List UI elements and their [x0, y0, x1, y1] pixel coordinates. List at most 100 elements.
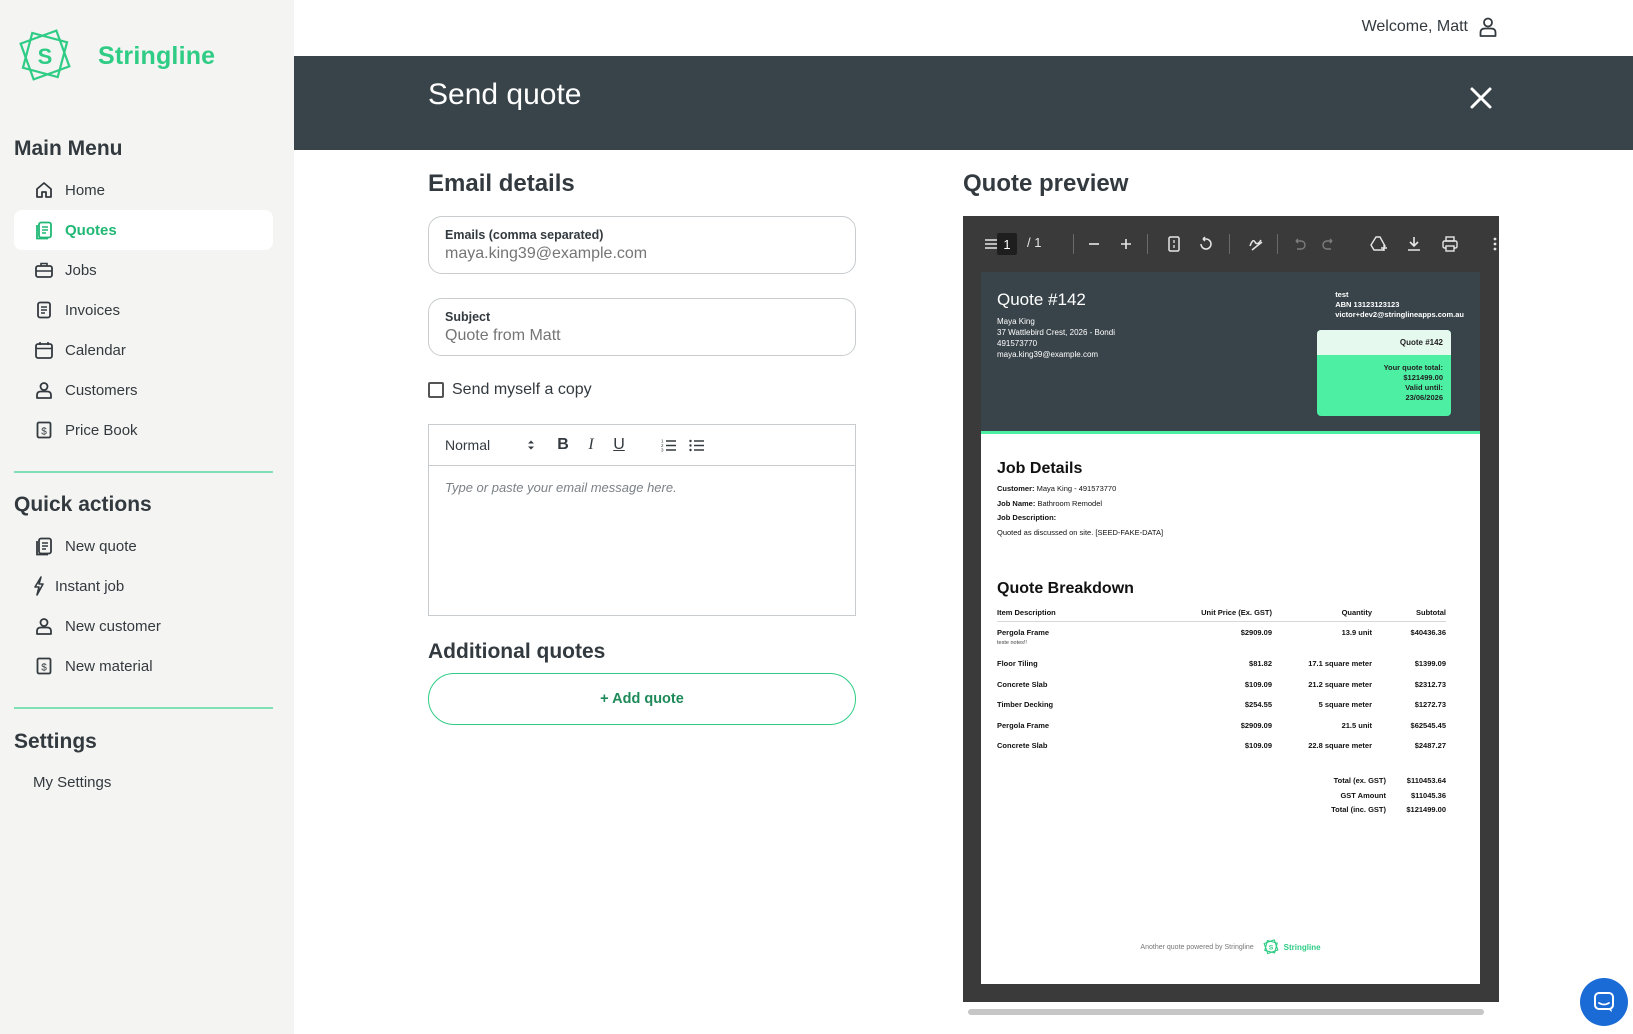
sidebar-item-label: Price Book — [65, 421, 138, 439]
pdf-viewer[interactable]: 1 / 1 Quote #142 Maya King 37 Wattlebird… — [963, 216, 1501, 1018]
sidebar-item-quotes[interactable]: Quotes — [14, 210, 273, 250]
editor-body[interactable]: Type or paste your email message here. — [429, 466, 855, 509]
settings-title: Settings — [14, 730, 97, 753]
welcome-text: Welcome, Matt — [1361, 18, 1468, 35]
rotate-icon[interactable] — [1195, 233, 1217, 255]
menu-icon[interactable] — [985, 233, 997, 255]
job-details: Customer: Maya King - 491573770 Job Name… — [997, 482, 1163, 540]
company-email: victor+dev2@stringlineapps.com.au — [1335, 310, 1464, 319]
sidebar-item-my-settings[interactable]: My Settings — [14, 762, 273, 802]
client-phone: 491573770 — [997, 339, 1038, 348]
item-price: $81.82 — [1249, 659, 1272, 668]
quick-action-new-quote[interactable]: New quote — [14, 526, 273, 566]
add-quote-button[interactable]: + Add quote — [428, 673, 856, 725]
table-row: Pergola Frame teste notes!! $2909.09 13.9… — [997, 622, 1446, 653]
undo-icon[interactable] — [1288, 233, 1310, 255]
additional-quotes-title: Additional quotes — [428, 640, 606, 663]
footer-logo-text: Stringline — [1283, 942, 1321, 952]
horizontal-scrollbar[interactable] — [965, 1006, 1501, 1018]
total-ex-gst-label: Total (ex. GST) — [1333, 776, 1386, 785]
customer-label: Customer: — [997, 484, 1035, 493]
quote-icon — [33, 535, 55, 557]
lightning-icon — [33, 575, 45, 597]
zoom-out-icon[interactable] — [1083, 233, 1105, 255]
item-quantity: 22.8 square meter — [1308, 741, 1372, 750]
sidebar-item-customers[interactable]: Customers — [14, 370, 273, 410]
editor-toolbar: Normal B I U 123 — [429, 425, 855, 466]
emails-label: Emails (comma separated) — [445, 228, 604, 242]
quote-total-label: Your quote total: — [1383, 363, 1443, 372]
send-copy-option[interactable]: Send myself a copy — [428, 381, 592, 399]
print-icon[interactable] — [1439, 233, 1461, 255]
quote-total-card: Quote #142 Your quote total: $121499.00 … — [1317, 330, 1451, 416]
client-name: Maya King — [997, 317, 1035, 326]
sidebar-item-invoices[interactable]: Invoices — [14, 290, 273, 330]
company-abn: ABN 13123123123 — [1335, 300, 1400, 309]
subject-input[interactable] — [445, 327, 835, 345]
sidebar-item-label: Invoices — [65, 301, 121, 319]
sidebar-item-calendar[interactable]: Calendar — [14, 330, 273, 370]
redo-icon[interactable] — [1318, 233, 1340, 255]
item-description: Concrete Slab — [997, 741, 1048, 750]
italic-button[interactable]: I — [577, 434, 605, 456]
sidebar-divider — [14, 707, 273, 709]
quote-breakdown-table: Item Description Unit Price (Ex. GST) Qu… — [997, 608, 1446, 756]
more-options-icon[interactable] — [1491, 233, 1499, 255]
bold-button[interactable]: B — [549, 434, 577, 456]
emails-input[interactable] — [445, 245, 835, 263]
quick-action-new-customer[interactable]: New customer — [14, 606, 273, 646]
sidebar-item-label: Jobs — [65, 261, 97, 279]
emails-field[interactable]: Emails (comma separated) — [428, 216, 856, 274]
email-message-editor[interactable]: Normal B I U 123 Type or paste your emai… — [428, 424, 856, 616]
calendar-icon — [33, 339, 55, 361]
dollar-icon: $ — [33, 419, 55, 441]
item-subtotal: $1399.09 — [1414, 659, 1446, 668]
app-logo[interactable]: S Stringline — [14, 24, 215, 88]
column-header: Quantity — [1341, 608, 1372, 617]
quick-action-new-material[interactable]: $ New material — [14, 646, 273, 686]
sidebar-item-label: Calendar — [65, 341, 126, 359]
underline-button[interactable]: U — [605, 434, 633, 456]
home-icon — [33, 179, 55, 201]
item-quantity: 21.2 square meter — [1308, 679, 1372, 689]
scrollbar-thumb[interactable] — [968, 1009, 1484, 1015]
item-note: teste notes!! — [997, 640, 1027, 646]
draw-icon[interactable] — [1245, 233, 1267, 255]
save-to-drive-icon[interactable] — [1368, 233, 1390, 255]
download-icon[interactable] — [1403, 233, 1425, 255]
format-select[interactable]: Normal — [445, 437, 549, 453]
subject-field[interactable]: Subject — [428, 298, 856, 356]
user-menu[interactable]: Welcome, Matt — [1362, 16, 1498, 38]
svg-text:$: $ — [41, 427, 47, 438]
pdf-page-input[interactable]: 1 — [997, 233, 1017, 255]
bullet-list-icon[interactable] — [683, 434, 711, 456]
job-name-value: Bathroom Remodel — [1037, 498, 1103, 508]
total-ex-gst-value: $110453.64 — [1406, 776, 1446, 785]
quick-actions-menu: New quote Instant job New customer $ New… — [14, 526, 273, 686]
client-address: 37 Wattlebird Crest, 2026 - Bondi — [997, 328, 1115, 337]
close-icon[interactable] — [1466, 83, 1496, 113]
sidebar-item-jobs[interactable]: Jobs — [14, 250, 273, 290]
quote-breakdown-title: Quote Breakdown — [997, 580, 1134, 597]
sidebar-item-home[interactable]: Home — [14, 170, 273, 210]
chat-button[interactable] — [1580, 978, 1628, 1026]
item-quantity: 21.5 unit — [1341, 720, 1372, 730]
quick-action-instant-job[interactable]: Instant job — [14, 566, 273, 606]
job-description-value: Quoted as discussed on site. [SEED-FAKE-… — [997, 527, 1164, 537]
zoom-in-icon[interactable] — [1115, 233, 1137, 255]
fit-page-icon[interactable] — [1163, 233, 1185, 255]
table-row: Concrete Slab $109.09 21.2 square meter … — [997, 674, 1446, 695]
quote-card-title: Quote #142 — [1317, 330, 1451, 355]
main-menu: Home Quotes Jobs Invoices Calendar Custo… — [14, 170, 273, 450]
footer-logo: S Stringline — [1262, 938, 1321, 956]
stringline-logo-icon: S — [1263, 939, 1279, 955]
sidebar-item-price-book[interactable]: $ Price Book — [14, 410, 273, 450]
table-row: Pergola Frame $2909.09 21.5 unit $62545.… — [997, 715, 1446, 736]
send-copy-checkbox[interactable] — [428, 382, 444, 398]
sidebar-divider — [14, 471, 273, 473]
ordered-list-icon[interactable]: 123 — [655, 434, 683, 456]
quote-title: Quote #142 — [997, 290, 1086, 309]
total-inc-gst-label: Total (inc. GST) — [1331, 805, 1386, 814]
item-description: Pergola Frame — [997, 720, 1050, 730]
item-price: $2909.09 — [1240, 720, 1272, 730]
